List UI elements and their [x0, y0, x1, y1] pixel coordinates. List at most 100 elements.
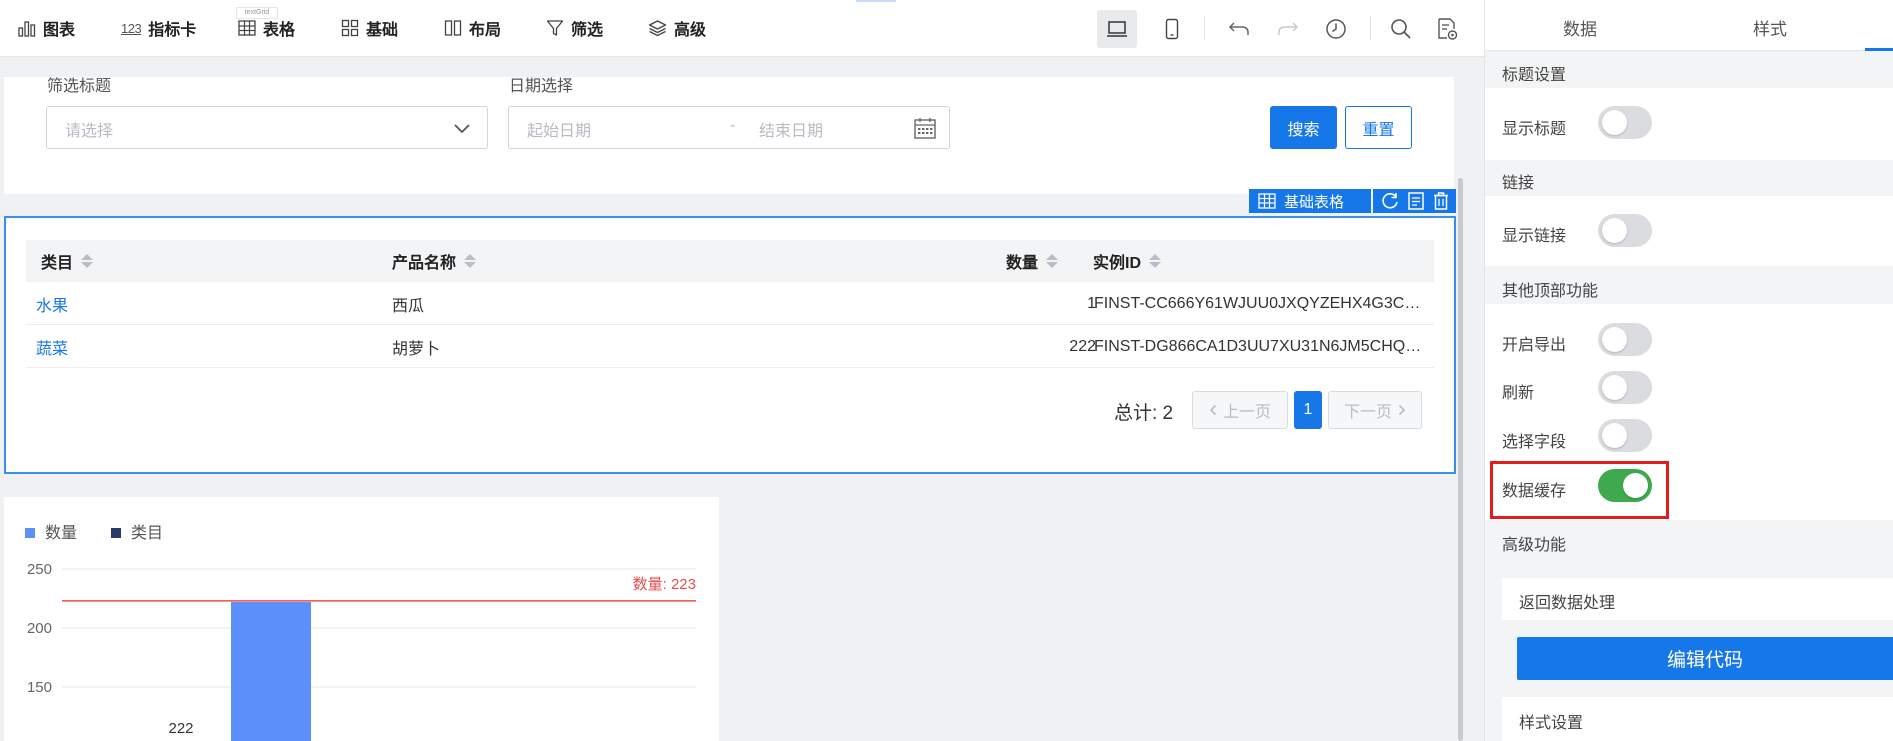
select-field-label: 选择字段	[1502, 434, 1567, 451]
toolbar-layout-button[interactable]: 布局	[444, 15, 501, 41]
show-link-label: 显示链接	[1502, 228, 1567, 245]
toolbar-table-label: 表格	[263, 22, 296, 39]
section-link: 链接	[1502, 175, 1535, 192]
toolbar-advanced-label: 高级	[674, 22, 707, 39]
column-header-label: 产品名称	[392, 255, 457, 272]
date-range-picker[interactable]: 起始日期 - 结束日期	[508, 106, 950, 149]
component-type-badge[interactable]: 基础表格	[1249, 189, 1371, 213]
show-link-toggle[interactable]	[1598, 214, 1652, 247]
setting-row-show-title: 显示标题	[1485, 88, 1893, 160]
return-data-processing-label: 返回数据处理	[1519, 595, 1616, 612]
cell-quantity: 222	[1069, 337, 1096, 355]
search-icon	[1391, 19, 1411, 39]
sort-icon[interactable]	[464, 254, 477, 268]
reset-button[interactable]: 重置	[1345, 106, 1412, 149]
toolbar-chart-button[interactable]: 图表	[18, 15, 75, 41]
date-end-placeholder: 结束日期	[759, 123, 824, 140]
sort-icon[interactable]	[1046, 254, 1059, 268]
layout-columns-icon	[444, 20, 462, 36]
history-button[interactable]	[1316, 10, 1356, 48]
reference-line-label: 数量: 223	[633, 576, 696, 593]
legend-swatch	[25, 528, 35, 538]
history-icon	[1326, 19, 1346, 39]
refresh-toggle[interactable]	[1598, 371, 1652, 404]
chevron-left-icon	[1209, 404, 1217, 416]
table-header: 类目 产品名称 数量 实例ID	[26, 240, 1434, 282]
current-page-button[interactable]: 1	[1294, 391, 1322, 429]
edit-code-button[interactable]: 编辑代码	[1517, 637, 1893, 680]
select-field-toggle[interactable]	[1598, 419, 1652, 452]
toolbar-basic-label: 基础	[366, 22, 399, 39]
column-header-quantity[interactable]: 数量	[1006, 240, 1059, 282]
cell-instance-id: FINST-CC666Y61WJUU0JXQYZEHX4G3C6S…	[1094, 295, 1424, 312]
export-label: 开启导出	[1502, 337, 1567, 354]
prev-page-label: 上一页	[1222, 404, 1271, 421]
undo-icon	[1228, 22, 1249, 35]
toolbar-table-button[interactable]: 表格	[238, 15, 295, 41]
export-toggle[interactable]	[1598, 323, 1652, 356]
date-start-placeholder: 起始日期	[527, 123, 592, 140]
style-settings-row: 样式设置	[1502, 697, 1893, 741]
y-tick-label: 250	[27, 561, 52, 578]
show-title-toggle[interactable]	[1598, 106, 1652, 139]
table-row[interactable]: 水果 西瓜 1 FINST-CC666Y61WJUU0JXQYZEHX4G3C6…	[26, 282, 1434, 325]
cell-product: 胡萝卜	[392, 340, 441, 358]
column-header-product[interactable]: 产品名称	[392, 240, 477, 282]
table-row[interactable]: 蔬菜 胡萝卜 222 FINST-DG866CA1D3UU7XU31N6JM5C…	[26, 325, 1434, 368]
top-accent-line	[856, 0, 896, 2]
column-header-label: 数量	[1006, 255, 1039, 272]
show-title-label: 显示标题	[1502, 121, 1567, 138]
component-type-label: 基础表格	[1284, 193, 1345, 211]
column-header-label: 实例ID	[1093, 255, 1142, 272]
section-advanced: 高级功能	[1502, 537, 1567, 554]
tab-style[interactable]: 样式	[1753, 15, 1787, 40]
toolbar-advanced-button[interactable]: 高级	[648, 15, 706, 41]
pagination-total: 总计: 2	[1114, 403, 1174, 424]
copy-doc-icon[interactable]	[1407, 191, 1425, 211]
prev-page-button[interactable]: 上一页	[1192, 391, 1288, 429]
toolbar-filter-button[interactable]: 筛选	[546, 15, 603, 41]
cell-category-link[interactable]: 蔬菜	[36, 325, 68, 368]
chart-svg: 数量类目100150200250222数量: 223	[25, 524, 696, 741]
filter-select-placeholder: 请选择	[65, 123, 114, 140]
basic-blocks-icon	[341, 19, 359, 37]
cell-product: 西瓜	[392, 297, 425, 315]
mobile-view-button[interactable]	[1152, 10, 1192, 48]
setting-row-show-link: 显示链接	[1485, 196, 1893, 266]
toolbar-kpi-button[interactable]: 123 指标卡	[121, 15, 196, 41]
cell-category-link[interactable]: 水果	[36, 282, 68, 325]
canvas-scrollbar[interactable]	[1458, 178, 1463, 741]
panel-tabs: 数据 样式	[1485, 0, 1893, 51]
trash-icon[interactable]	[1432, 191, 1450, 211]
sort-icon[interactable]	[1149, 254, 1162, 268]
calendar-icon	[914, 118, 936, 139]
redo-button[interactable]	[1268, 10, 1308, 48]
page-settings-button[interactable]	[1427, 10, 1467, 48]
basic-table-component[interactable]: 类目 产品名称 数量 实例ID 水果 西瓜 1 FINST-CC666Y61WJ…	[4, 216, 1456, 474]
refresh-icon[interactable]	[1380, 191, 1400, 211]
toolbar-chart-label: 图表	[43, 22, 76, 39]
sort-icon[interactable]	[81, 254, 94, 268]
next-page-button[interactable]: 下一页	[1328, 391, 1422, 429]
cell-quantity: 1	[1087, 294, 1096, 312]
redo-icon	[1278, 22, 1299, 35]
search-submit-button[interactable]: 搜索	[1270, 106, 1337, 149]
return-data-processing-row: 返回数据处理	[1502, 578, 1893, 620]
desktop-view-button[interactable]	[1097, 10, 1137, 48]
filter-funnel-icon	[546, 20, 564, 36]
tab-data[interactable]: 数据	[1563, 15, 1597, 40]
column-header-label: 类目	[41, 255, 74, 272]
toolbar-basic-button[interactable]: 基础	[341, 15, 398, 41]
desktop-icon	[1107, 21, 1127, 37]
chart-bar	[231, 602, 311, 741]
date-separator: -	[730, 117, 736, 134]
bar-chart-component[interactable]: 数量类目100150200250222数量: 223	[4, 497, 719, 741]
search-button[interactable]	[1381, 10, 1421, 48]
column-header-category[interactable]: 类目	[41, 240, 94, 282]
undo-button[interactable]	[1219, 10, 1259, 48]
filter-select-label: 筛选标题	[47, 78, 112, 95]
toolbar-divider-2	[1370, 16, 1371, 40]
filter-select[interactable]: 请选择	[46, 106, 488, 149]
filter-card: 筛选标题 请选择 日期选择 起始日期 - 结束日期 搜索 重置	[4, 77, 1454, 194]
column-header-instance-id[interactable]: 实例ID	[1093, 240, 1162, 282]
